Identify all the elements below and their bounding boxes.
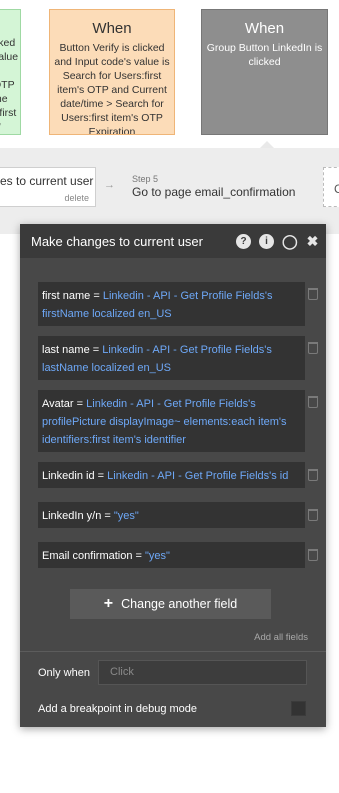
event-card-title: When bbox=[244, 20, 285, 37]
trash-icon[interactable] bbox=[308, 509, 318, 521]
field-key: last name bbox=[42, 344, 90, 356]
event-card-text: Button Verify is clicked and Input code'… bbox=[54, 42, 170, 135]
change-button-label: Change another field bbox=[121, 597, 238, 611]
only-when-label: Only when bbox=[38, 667, 90, 679]
info-icon[interactable]: i bbox=[259, 234, 274, 249]
comment-icon[interactable]: ◯ bbox=[282, 234, 298, 249]
add-all-fields-link[interactable]: Add all fields bbox=[254, 632, 308, 643]
action-editor-panel: Make changes to current user ? i ◯ ✖ fir… bbox=[20, 224, 326, 727]
field-row-first-name[interactable]: first name = Linkedin - API - Get Profil… bbox=[38, 282, 305, 326]
breakpoint-label: Add a breakpoint in debug mode bbox=[38, 703, 198, 715]
field-equals: = bbox=[73, 398, 87, 410]
field-value[interactable]: Linkedin - API - Get Profile Fields's id bbox=[107, 470, 288, 482]
event-card-text: Group Button LinkedIn is clicked bbox=[206, 42, 323, 68]
workflow-step-current[interactable]: es to current user delete bbox=[0, 167, 96, 207]
only-when-input[interactable]: Click bbox=[98, 660, 307, 685]
field-row-email-confirmation[interactable]: Email confirmation = "yes" bbox=[38, 542, 305, 568]
field-row-linkedin-yn[interactable]: LinkedIn y/n = "yes" bbox=[38, 502, 305, 528]
breakpoint-checkbox[interactable] bbox=[291, 701, 306, 716]
delete-step-link[interactable]: delete bbox=[64, 193, 89, 203]
trash-icon[interactable] bbox=[308, 549, 318, 561]
field-equals: = bbox=[89, 344, 103, 356]
change-another-field-button[interactable]: + Change another field bbox=[70, 589, 271, 619]
field-key: LinkedIn y/n bbox=[42, 510, 102, 522]
field-equals: = bbox=[90, 290, 103, 302]
field-key: Email confirmation bbox=[42, 550, 133, 562]
workflow-step-add[interactable]: C bbox=[323, 167, 339, 207]
close-icon[interactable]: ✖ bbox=[305, 234, 320, 249]
field-value[interactable]: "yes" bbox=[114, 510, 139, 522]
trash-icon[interactable] bbox=[308, 288, 318, 300]
step-number-label: Step 5 bbox=[132, 174, 159, 184]
panel-header: Make changes to current user ? i ◯ ✖ bbox=[20, 224, 326, 258]
workflow-step-5[interactable]: Go to page email_confirmation bbox=[132, 185, 295, 199]
trash-icon[interactable] bbox=[308, 469, 318, 481]
event-card-linkedin[interactable]: When Group Button LinkedIn is clicked bbox=[201, 9, 328, 135]
field-value[interactable]: "yes" bbox=[145, 550, 170, 562]
event-card-partial[interactable]: cked value OTP me r first n' bbox=[0, 9, 21, 135]
field-equals: = bbox=[94, 470, 108, 482]
event-card-title: When bbox=[92, 20, 132, 37]
panel-title: Make changes to current user bbox=[31, 234, 203, 249]
field-equals: = bbox=[132, 550, 146, 562]
field-equals: = bbox=[101, 510, 114, 522]
selected-card-pointer bbox=[260, 141, 274, 148]
field-row-linkedin-id[interactable]: Linkedin id = Linkedin - API - Get Profi… bbox=[38, 462, 305, 488]
field-key: first name bbox=[42, 290, 91, 302]
arrow-right-icon: → bbox=[104, 179, 115, 191]
help-icon[interactable]: ? bbox=[236, 234, 251, 249]
field-key: Linkedin id bbox=[42, 470, 95, 482]
plus-icon: + bbox=[103, 595, 114, 612]
trash-icon[interactable] bbox=[308, 342, 318, 354]
event-card-button-verify[interactable]: When Button Verify is clicked and Input … bbox=[49, 9, 175, 135]
step-text: es to current user bbox=[0, 174, 94, 188]
trash-icon[interactable] bbox=[308, 396, 318, 408]
field-key: Avatar bbox=[42, 398, 74, 410]
field-row-last-name[interactable]: last name = Linkedin - API - Get Profile… bbox=[38, 336, 305, 380]
step-next-text: C bbox=[334, 182, 339, 196]
field-row-avatar[interactable]: Avatar = Linkedin - API - Get Profile Fi… bbox=[38, 390, 305, 452]
divider bbox=[20, 651, 326, 652]
workflow-steps-band: es to current user delete → Step 5 Go to… bbox=[0, 148, 339, 234]
event-card-text: cked value OTP me r first n' bbox=[0, 37, 19, 133]
